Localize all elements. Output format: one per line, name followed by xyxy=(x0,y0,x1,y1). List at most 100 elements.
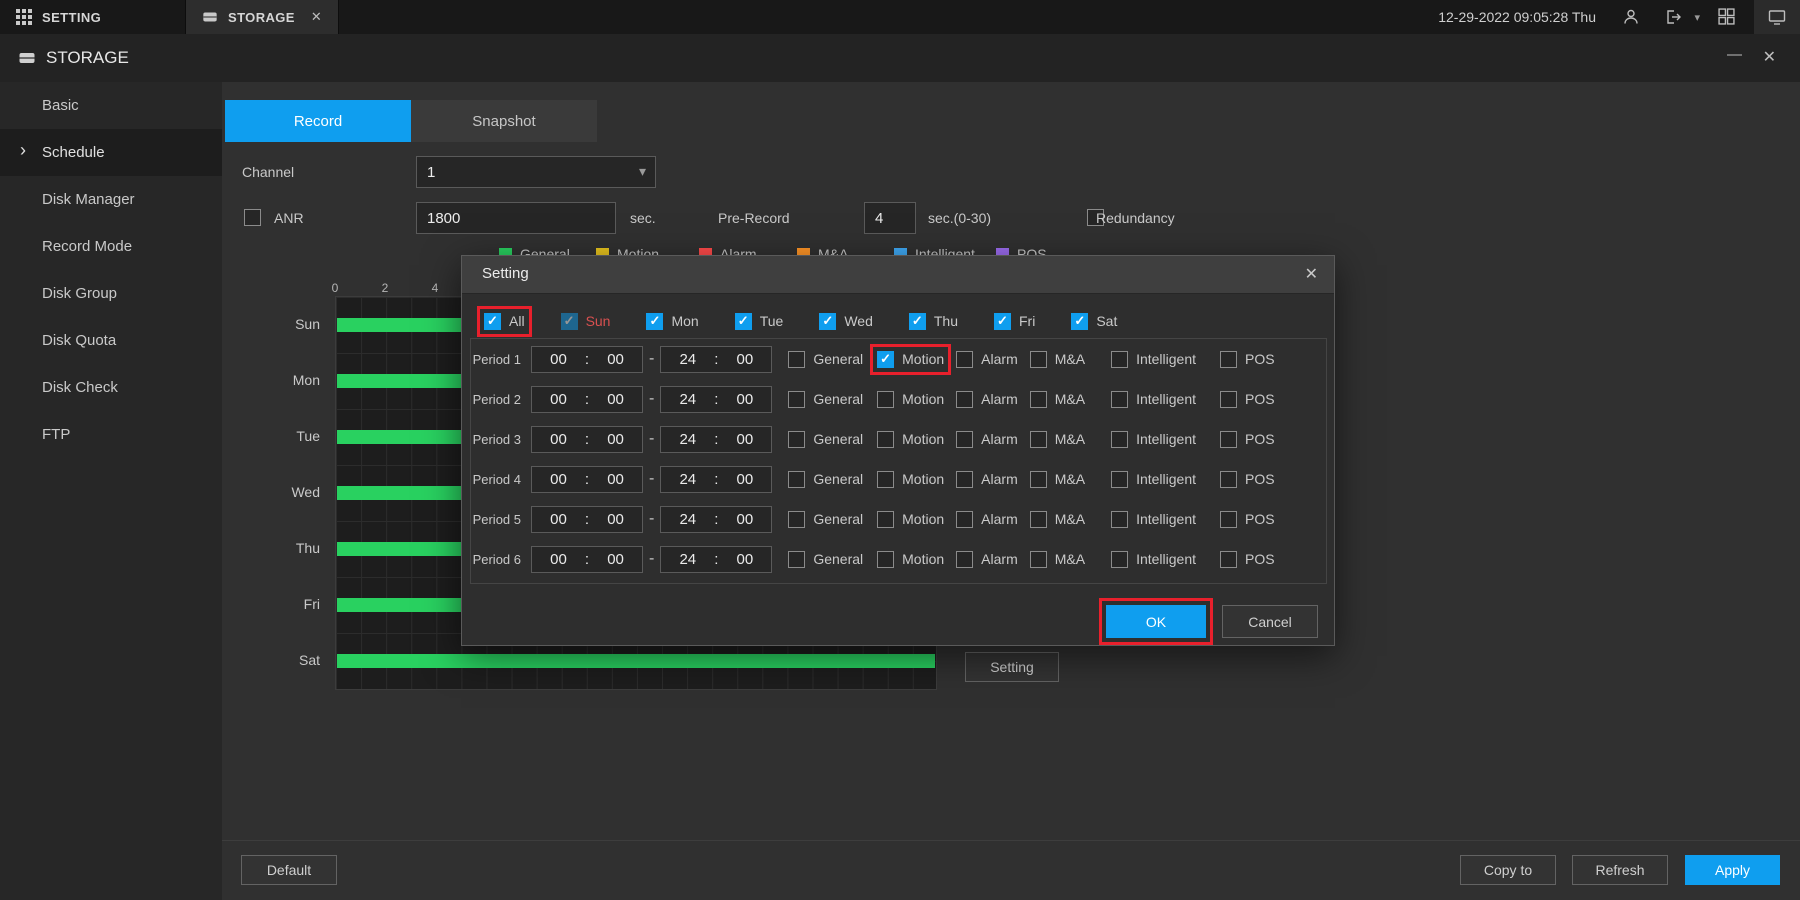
apps-grid-icon xyxy=(16,9,32,25)
ok-button[interactable]: OK xyxy=(1106,605,1206,638)
ma-checkbox[interactable] xyxy=(1030,391,1047,408)
refresh-button[interactable]: Refresh xyxy=(1572,855,1668,885)
pos-checkbox[interactable] xyxy=(1220,471,1237,488)
setting-tab[interactable]: SETTING xyxy=(0,0,185,34)
logout-caret-icon[interactable]: ▾ xyxy=(1694,11,1700,24)
intelligent-checkbox[interactable] xyxy=(1111,471,1128,488)
apply-button[interactable]: Apply xyxy=(1685,855,1780,885)
ma-checkbox[interactable] xyxy=(1030,351,1047,368)
chevron-right-icon: › xyxy=(20,140,26,161)
start-time-input[interactable]: 00:00 xyxy=(531,506,643,533)
alarm-checkbox[interactable] xyxy=(956,391,973,408)
fri-checkbox[interactable] xyxy=(994,313,1011,330)
motion-checkbox[interactable] xyxy=(877,471,894,488)
sidebar-item-disk-manager[interactable]: Disk Manager xyxy=(0,176,222,223)
pos-checkbox[interactable] xyxy=(1220,351,1237,368)
tue-checkbox[interactable] xyxy=(735,313,752,330)
intelligent-checkbox[interactable] xyxy=(1111,551,1128,568)
end-time-input[interactable]: 24:00 xyxy=(660,426,772,453)
prerecord-input[interactable]: 4 xyxy=(864,202,916,234)
general-checkbox[interactable] xyxy=(788,551,805,568)
pos-checkbox[interactable] xyxy=(1220,391,1237,408)
alarm-checkbox[interactable] xyxy=(956,431,973,448)
logout-icon xyxy=(1664,8,1682,26)
intelligent-checkbox[interactable] xyxy=(1111,511,1128,528)
layout-button[interactable] xyxy=(1718,8,1738,28)
sidebar-item-ftp[interactable]: FTP xyxy=(0,411,222,458)
intelligent-checkbox[interactable] xyxy=(1111,351,1128,368)
pos-group: POS xyxy=(1220,471,1275,488)
sun-checkbox[interactable] xyxy=(561,313,578,330)
end-time-input[interactable]: 24:00 xyxy=(660,466,772,493)
sat-checkbox[interactable] xyxy=(1071,313,1088,330)
mon-checkbox[interactable] xyxy=(646,313,663,330)
all-checkbox[interactable] xyxy=(484,313,501,330)
general-checkbox[interactable] xyxy=(788,391,805,408)
general-checkbox[interactable] xyxy=(788,431,805,448)
tab-record[interactable]: Record xyxy=(225,100,411,142)
anr-checkbox[interactable] xyxy=(244,209,261,226)
pos-checkbox[interactable] xyxy=(1220,551,1237,568)
user-button[interactable] xyxy=(1622,8,1642,28)
ma-checkbox[interactable] xyxy=(1030,551,1047,568)
weekday-row: All Sun Mon Tue Wed Thu xyxy=(484,304,1117,338)
motion-checkbox[interactable] xyxy=(877,551,894,568)
general-checkbox[interactable] xyxy=(788,471,805,488)
motion-group: Motion xyxy=(877,511,944,528)
sidebar-item-basic[interactable]: Basic xyxy=(0,82,222,129)
sidebar-item-schedule[interactable]: › Schedule xyxy=(0,129,222,176)
dialog-close-icon[interactable]: ✕ xyxy=(1305,264,1318,284)
cancel-button[interactable]: Cancel xyxy=(1222,605,1318,638)
pos-checkbox[interactable] xyxy=(1220,511,1237,528)
ma-checkbox[interactable] xyxy=(1030,471,1047,488)
thu-checkbox[interactable] xyxy=(909,313,926,330)
storage-tab[interactable]: STORAGE ✕ xyxy=(185,0,339,34)
sidebar-item-disk-quota[interactable]: Disk Quota xyxy=(0,317,222,364)
sidebar-item-disk-group[interactable]: Disk Group xyxy=(0,270,222,317)
motion-checkbox[interactable] xyxy=(877,351,894,368)
intelligent-checkbox[interactable] xyxy=(1111,391,1128,408)
alarm-checkbox[interactable] xyxy=(956,351,973,368)
ma-checkbox[interactable] xyxy=(1030,511,1047,528)
general-checkbox[interactable] xyxy=(788,511,805,528)
motion-checkbox[interactable] xyxy=(877,431,894,448)
logout-button[interactable] xyxy=(1664,8,1684,28)
pos-checkbox[interactable] xyxy=(1220,431,1237,448)
minimize-button[interactable]: — xyxy=(1727,46,1742,63)
channel-select[interactable]: 1 ▾ xyxy=(416,156,656,188)
start-time-input[interactable]: 00:00 xyxy=(531,426,643,453)
motion-group: Motion xyxy=(877,351,944,368)
ma-group: M&A xyxy=(1030,431,1085,448)
copy-to-button[interactable]: Copy to xyxy=(1460,855,1556,885)
end-time-input[interactable]: 24:00 xyxy=(660,386,772,413)
start-time-input[interactable]: 00:00 xyxy=(531,546,643,573)
ma-checkbox[interactable] xyxy=(1030,431,1047,448)
display-button[interactable] xyxy=(1754,0,1800,34)
alarm-checkbox[interactable] xyxy=(956,551,973,568)
anr-input[interactable]: 1800 xyxy=(416,202,616,234)
start-time-input[interactable]: 00:00 xyxy=(531,466,643,493)
intelligent-checkbox[interactable] xyxy=(1111,431,1128,448)
start-time-input[interactable]: 00:00 xyxy=(531,346,643,373)
sidebar-item-disk-check[interactable]: Disk Check xyxy=(0,364,222,411)
sidebar-item-record-mode[interactable]: Record Mode xyxy=(0,223,222,270)
general-checkbox[interactable] xyxy=(788,351,805,368)
wed-checkbox[interactable] xyxy=(819,313,836,330)
default-button[interactable]: Default xyxy=(241,855,337,885)
end-time-input[interactable]: 24:00 xyxy=(660,546,772,573)
start-time-input[interactable]: 00:00 xyxy=(531,386,643,413)
tab-snapshot[interactable]: Snapshot xyxy=(411,100,597,142)
schedule-setting-button[interactable]: Setting xyxy=(965,652,1059,682)
chevron-down-icon: ▾ xyxy=(639,163,646,180)
end-time-input[interactable]: 24:00 xyxy=(660,506,772,533)
alarm-checkbox[interactable] xyxy=(956,471,973,488)
range-dash: - xyxy=(649,390,654,408)
alarm-checkbox[interactable] xyxy=(956,511,973,528)
general-group: General xyxy=(788,471,863,488)
motion-checkbox[interactable] xyxy=(877,511,894,528)
storage-tab-close-icon[interactable]: ✕ xyxy=(311,9,322,25)
general-group: General xyxy=(788,391,863,408)
close-button[interactable]: ✕ xyxy=(1763,47,1776,67)
end-time-input[interactable]: 24:00 xyxy=(660,346,772,373)
motion-checkbox[interactable] xyxy=(877,391,894,408)
